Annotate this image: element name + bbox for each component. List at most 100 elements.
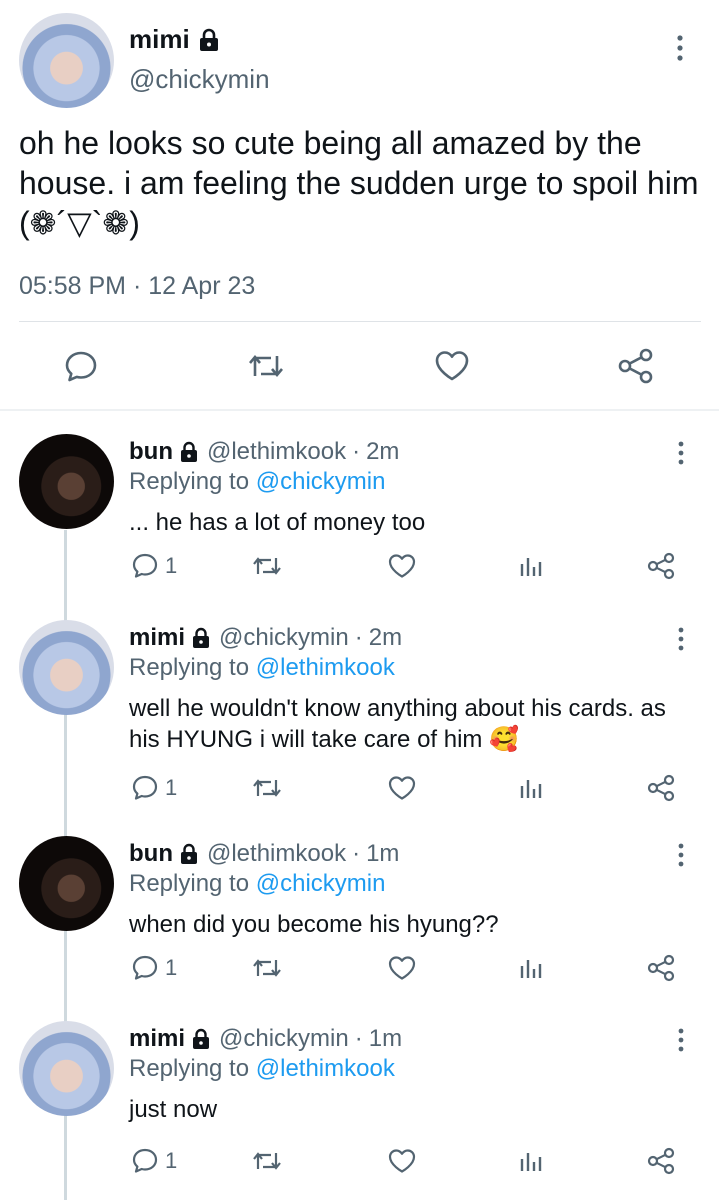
replying-prefix: Replying to — [129, 870, 250, 897]
lock-icon — [191, 1028, 211, 1050]
reply-button[interactable]: 1 — [131, 1141, 177, 1181]
reply-button[interactable]: 1 — [131, 546, 177, 586]
main-tweet: mimi @chickymin oh he looks so cute bein… — [0, 0, 719, 410]
views-button[interactable] — [518, 768, 544, 808]
author-name[interactable]: mimi — [129, 1025, 185, 1053]
reply-actions: 1 — [0, 948, 719, 988]
retweet-button[interactable] — [251, 768, 283, 808]
divider — [19, 321, 701, 322]
replying-to: Replying to @lethimkook — [129, 654, 395, 682]
author-name[interactable]: mimi — [129, 624, 185, 652]
replying-to: Replying to @chickymin — [129, 870, 385, 898]
reply-tweet[interactable]: bun @lethimkook · 1m Replying to @chicky… — [0, 820, 719, 1008]
views-button[interactable] — [518, 1141, 544, 1181]
share-icon — [646, 1146, 676, 1176]
reply-header: bun @lethimkook · 2m — [129, 438, 399, 466]
share-icon — [616, 346, 656, 386]
avatar[interactable] — [19, 620, 114, 715]
lock-icon — [198, 28, 220, 52]
like-button[interactable] — [430, 340, 474, 392]
retweet-icon — [251, 552, 283, 580]
lock-icon — [191, 627, 211, 649]
reply-actions: 1 — [0, 1141, 719, 1181]
author-handle[interactable]: @lethimkook — [207, 438, 346, 466]
views-icon — [518, 1147, 544, 1175]
tweet-date[interactable]: 12 Apr 23 — [148, 272, 255, 300]
replying-to-link[interactable]: @chickymin — [256, 468, 386, 495]
replying-to: Replying to @lethimkook — [129, 1055, 395, 1083]
share-icon — [646, 953, 676, 983]
reply-text: well he wouldn't know anything about his… — [129, 695, 666, 753]
avatar[interactable] — [19, 836, 114, 931]
reply-header: bun @lethimkook · 1m — [129, 840, 399, 868]
tweet-timestamp: 05:58 PM · 12 Apr 23 — [19, 272, 255, 301]
share-button[interactable] — [614, 340, 658, 392]
avatar[interactable] — [19, 13, 114, 108]
views-button[interactable] — [518, 948, 544, 988]
author-name[interactable]: bun — [129, 840, 173, 868]
reply-count: 1 — [165, 775, 178, 800]
reply-actions: 1 — [0, 768, 719, 808]
reply-time: 1m — [366, 840, 400, 867]
share-icon — [646, 551, 676, 581]
retweet-button[interactable] — [251, 1141, 283, 1181]
meta-separator: · — [354, 1025, 363, 1052]
retweet-button[interactable] — [251, 546, 283, 586]
reply-time: 1m — [368, 1025, 403, 1052]
views-icon — [518, 774, 544, 802]
author-handle[interactable]: @chickymin — [219, 1025, 349, 1053]
more-options-icon[interactable] — [674, 1027, 688, 1053]
meta-separator: · — [352, 438, 361, 465]
reply-icon — [131, 552, 159, 580]
like-button[interactable] — [387, 546, 417, 586]
meta-separator: · — [352, 840, 361, 867]
reply-count: 1 — [165, 1148, 178, 1173]
reply-text: ... he has a lot of money too — [129, 509, 426, 536]
more-options-icon[interactable] — [674, 626, 688, 652]
retweet-button[interactable] — [251, 948, 283, 988]
share-button[interactable] — [646, 546, 676, 586]
like-button[interactable] — [387, 948, 417, 988]
like-button[interactable] — [387, 768, 417, 808]
replying-to-link[interactable]: @lethimkook — [256, 1055, 395, 1082]
reply-header: mimi @chickymin · 2m — [129, 624, 402, 652]
share-button[interactable] — [646, 948, 676, 988]
replying-to-link[interactable]: @chickymin — [256, 870, 386, 897]
reply-time: 2m — [366, 438, 400, 465]
share-button[interactable] — [646, 768, 676, 808]
reply-tweet[interactable]: mimi @chickymin · 2m Replying to @lethim… — [0, 604, 719, 802]
replying-prefix: Replying to — [129, 1055, 250, 1082]
more-options-icon[interactable] — [672, 34, 688, 62]
tweet-text: oh he looks so cute being all amazed by … — [19, 125, 699, 241]
share-button[interactable] — [646, 1141, 676, 1181]
reply-text: when did you become his hyung?? — [129, 911, 499, 938]
replying-to-link[interactable]: @lethimkook — [256, 654, 395, 681]
more-options-icon[interactable] — [674, 842, 688, 868]
reply-button[interactable]: 1 — [131, 948, 177, 988]
share-icon — [646, 773, 676, 803]
avatar[interactable] — [19, 434, 114, 529]
reply-text: just now — [129, 1096, 218, 1123]
reply-icon — [131, 1147, 159, 1175]
reply-button[interactable]: 1 — [131, 768, 177, 808]
reply-tweet[interactable]: bun @lethimkook · 2m Replying to @chicky… — [0, 418, 719, 606]
reply-tweet[interactable]: mimi @chickymin · 1m Replying to @lethim… — [0, 1005, 719, 1193]
author-handle[interactable]: @chickymin — [219, 624, 349, 652]
reply-icon — [131, 954, 159, 982]
more-options-icon[interactable] — [674, 440, 688, 466]
author-handle[interactable]: @chickymin — [129, 64, 270, 95]
avatar[interactable] — [19, 1021, 114, 1116]
like-button[interactable] — [387, 1141, 417, 1181]
views-icon — [518, 954, 544, 982]
retweet-button[interactable] — [244, 340, 288, 392]
lock-icon — [179, 441, 199, 463]
reply-count: 1 — [165, 553, 178, 578]
like-icon — [387, 1147, 417, 1175]
reply-button[interactable] — [59, 340, 103, 392]
retweet-icon — [251, 954, 283, 982]
author-handle[interactable]: @lethimkook — [207, 840, 346, 868]
author-name[interactable]: bun — [129, 438, 173, 466]
views-icon — [518, 552, 544, 580]
views-button[interactable] — [518, 546, 544, 586]
author-name[interactable]: mimi — [129, 24, 190, 55]
